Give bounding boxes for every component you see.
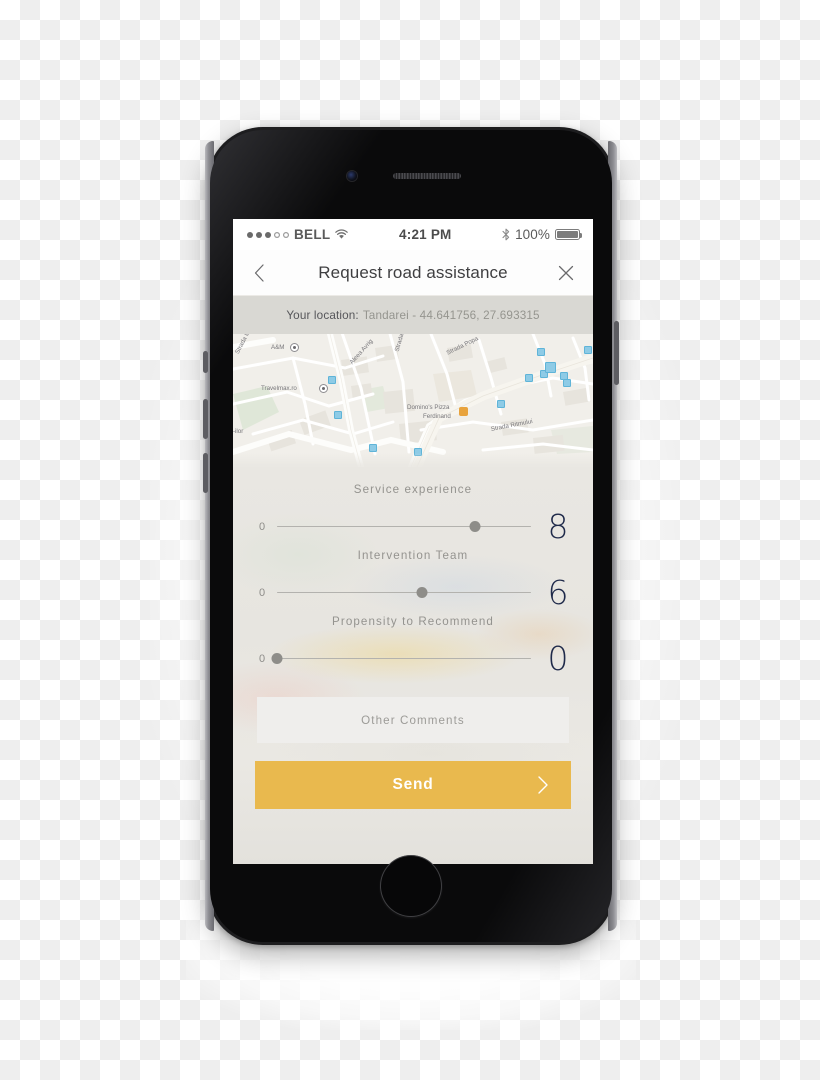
- slider-caption: Intervention Team: [357, 549, 469, 562]
- other-comments-input[interactable]: Other Comments: [257, 697, 569, 743]
- transit-marker-icon[interactable]: [334, 411, 342, 419]
- transit-marker-icon[interactable]: [525, 374, 533, 382]
- signal-strength-icon: [247, 231, 289, 238]
- earpiece-speaker-icon: [393, 173, 461, 179]
- power-button[interactable]: [614, 321, 619, 385]
- slider-track: [277, 591, 531, 594]
- volume-down-button[interactable]: [203, 453, 208, 493]
- slider-thumb[interactable]: [416, 587, 428, 598]
- slider-track: [277, 657, 531, 660]
- slider-group-propensity-to-recommend: Propensity to Recommend 0 0: [233, 615, 593, 675]
- slider-thumb[interactable]: [469, 521, 481, 532]
- home-button[interactable]: [380, 855, 442, 917]
- map-label: Travelmax.ro: [261, 385, 297, 392]
- battery-percent-label: 100%: [515, 227, 550, 242]
- status-bar-left: BELL: [247, 227, 349, 242]
- status-bar: BELL 4:21 PM 100%: [233, 219, 593, 250]
- screenshot-canvas: BELL 4:21 PM 100% Request road assistanc…: [0, 0, 820, 1080]
- status-bar-time: 4:21 PM: [399, 227, 452, 242]
- transit-marker-icon[interactable]: [563, 379, 571, 387]
- slider-row: 0 8: [233, 510, 593, 543]
- bluetooth-icon: [502, 228, 510, 241]
- slider-value: 8: [547, 507, 569, 546]
- poi-marker-icon[interactable]: [319, 384, 328, 393]
- front-camera-icon: [347, 171, 357, 181]
- transit-marker-icon[interactable]: [537, 348, 545, 356]
- restaurant-marker-icon[interactable]: [459, 407, 468, 416]
- slider-intervention-team[interactable]: [277, 586, 531, 600]
- location-value: Tandarei - 44.641756, 27.693315: [362, 308, 540, 322]
- poi-marker-icon[interactable]: [290, 343, 299, 352]
- transit-marker-icon[interactable]: [584, 346, 592, 354]
- slider-value: 6: [547, 573, 569, 612]
- other-comments-placeholder: Other Comments: [361, 713, 465, 727]
- slider-min-label: 0: [259, 652, 266, 665]
- slider-group-intervention-team: Intervention Team 0 6: [233, 549, 593, 609]
- map-view[interactable]: Strada Maiorescu A&M Travelmax.ro Aleea …: [233, 334, 593, 467]
- transit-marker-icon[interactable]: [545, 362, 556, 373]
- chevron-right-icon: [538, 776, 548, 794]
- transit-marker-icon[interactable]: [328, 376, 336, 384]
- map-label: -ilor: [233, 428, 244, 435]
- map-label: Ferdinand: [423, 413, 451, 420]
- slider-min-label: 0: [259, 520, 266, 533]
- slider-group-service-experience: Service experience 0 8: [233, 483, 593, 543]
- transit-marker-icon[interactable]: [369, 444, 377, 452]
- slider-caption: Propensity to Recommend: [332, 615, 494, 628]
- phone-screen: BELL 4:21 PM 100% Request road assistanc…: [233, 219, 593, 864]
- slider-thumb[interactable]: [271, 653, 283, 664]
- feedback-form: Service experience 0 8 Intervention Team…: [233, 453, 593, 864]
- slider-row: 0 0: [233, 642, 593, 675]
- location-label: Your location:: [286, 308, 359, 322]
- transit-marker-icon[interactable]: [497, 400, 505, 408]
- status-bar-right: 100%: [502, 227, 583, 242]
- battery-full-icon: [555, 229, 583, 240]
- slider-min-label: 0: [259, 586, 266, 599]
- volume-up-button[interactable]: [203, 399, 208, 439]
- wifi-icon: [335, 229, 349, 239]
- phone-body: BELL 4:21 PM 100% Request road assistanc…: [210, 130, 612, 942]
- slider-service-experience[interactable]: [277, 520, 531, 534]
- iphone-device: BELL 4:21 PM 100% Request road assistanc…: [203, 127, 619, 945]
- navigation-bar: Request road assistance: [233, 250, 593, 296]
- slider-row: 0 6: [233, 576, 593, 609]
- close-icon[interactable]: [555, 262, 577, 284]
- slider-caption: Service experience: [353, 483, 473, 496]
- map-label: Domino's Pizza: [407, 404, 450, 411]
- slider-value: 0: [547, 639, 569, 678]
- send-button[interactable]: Send: [255, 761, 571, 809]
- slider-track: [277, 525, 531, 528]
- slider-propensity-to-recommend[interactable]: [271, 652, 531, 666]
- mute-switch[interactable]: [203, 351, 208, 373]
- page-title: Request road assistance: [318, 262, 508, 282]
- location-bar: Your location: Tandarei - 44.641756, 27.…: [233, 296, 593, 334]
- map-label: A&M: [271, 344, 285, 351]
- transit-marker-icon[interactable]: [414, 448, 422, 456]
- carrier-label: BELL: [294, 227, 331, 242]
- send-button-label: Send: [392, 776, 434, 793]
- chevron-left-icon[interactable]: [249, 262, 271, 284]
